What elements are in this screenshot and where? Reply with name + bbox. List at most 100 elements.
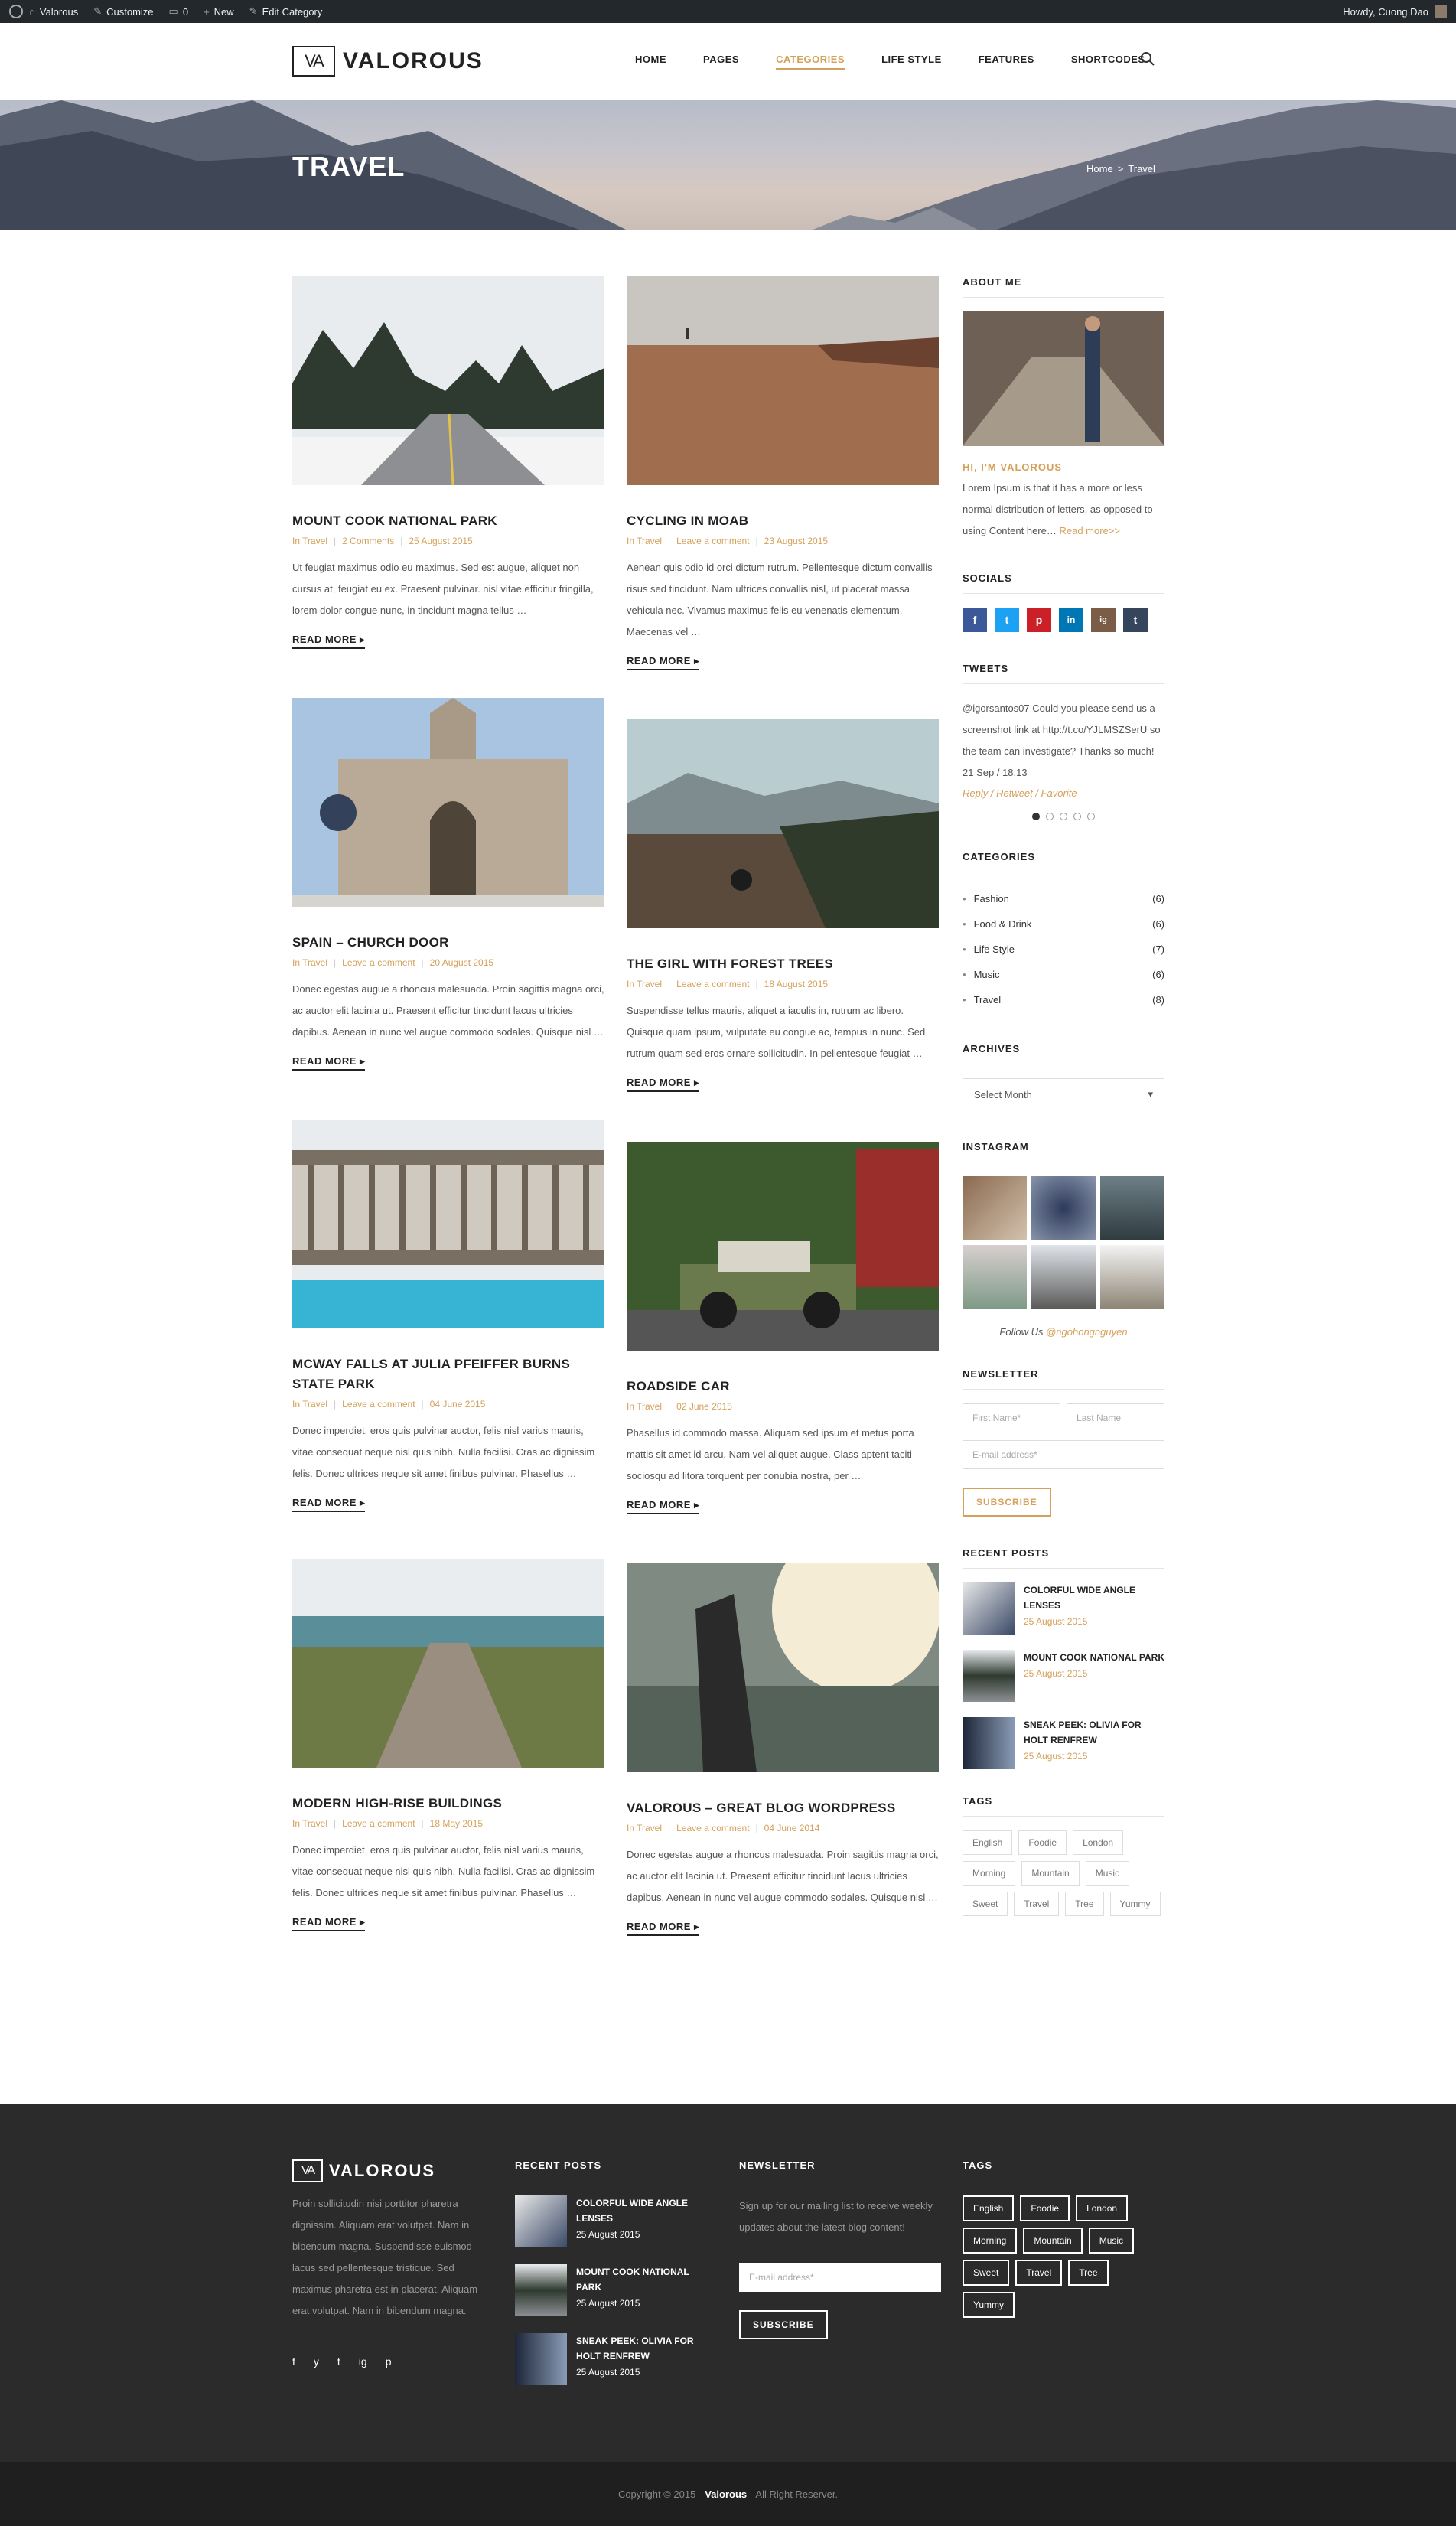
post-title[interactable]: CYCLING IN MOAB <box>627 511 939 531</box>
about-read-more-link[interactable]: Read more>> <box>1059 525 1120 536</box>
tag-link[interactable]: Mountain <box>1021 1861 1080 1886</box>
admin-comments-link[interactable]: ▭ 0 <box>169 5 189 18</box>
footer-email-field[interactable]: E-mail address* <box>739 2263 941 2292</box>
instagram-photo[interactable] <box>1031 1176 1096 1240</box>
wordpress-icon[interactable] <box>9 5 23 18</box>
post-category[interactable]: In Travel <box>292 957 327 968</box>
search-icon[interactable] <box>1140 51 1155 67</box>
nav-categories[interactable]: CATEGORIES <box>776 54 845 70</box>
tag-link[interactable]: Morning <box>963 2228 1018 2254</box>
category-item[interactable]: • Life Style (7) <box>963 937 1164 962</box>
post-comments[interactable]: 2 Comments <box>342 536 394 546</box>
post-title[interactable]: THE GIRL WITH FOREST TREES <box>627 954 939 974</box>
tag-link[interactable]: Sweet <box>963 1892 1008 1916</box>
pager-dot[interactable] <box>1087 813 1095 820</box>
tag-link[interactable]: London <box>1073 1830 1124 1855</box>
post-thumbnail[interactable] <box>292 1120 604 1328</box>
post-thumbnail[interactable] <box>627 276 939 485</box>
nav-shortcodes[interactable]: SHORTCODES <box>1071 54 1145 70</box>
footer-recent-item[interactable]: MOUNT COOK NATIONAL PARK 25 August 2015 <box>515 2264 706 2316</box>
post-title[interactable]: ROADSIDE CAR <box>627 1377 939 1397</box>
instagram-handle-link[interactable]: @ngohongnguyen <box>1046 1326 1127 1338</box>
post-category[interactable]: In Travel <box>627 1401 662 1412</box>
tag-link[interactable]: London <box>1076 2195 1129 2221</box>
pager-dot[interactable] <box>1032 813 1040 820</box>
post-comments[interactable]: Leave a comment <box>676 979 749 989</box>
read-more-link[interactable]: READ MORE <box>292 1916 366 1931</box>
tag-link[interactable]: English <box>963 1830 1013 1855</box>
recent-post-item[interactable]: MOUNT COOK NATIONAL PARK 25 August 2015 <box>963 1650 1164 1702</box>
facebook-icon[interactable]: f <box>963 608 987 632</box>
footer-recent-item[interactable]: SNEAK PEEK: OLIVIA FOR HOLT RENFREW 25 Au… <box>515 2333 706 2385</box>
nav-home[interactable]: HOME <box>635 54 666 70</box>
nav-life-style[interactable]: LIFE STYLE <box>881 54 942 70</box>
tag-link[interactable]: Sweet <box>963 2260 1010 2286</box>
post-category[interactable]: In Travel <box>292 536 327 546</box>
site-logo[interactable]: VA VALOROUS <box>292 46 484 77</box>
tag-link[interactable]: Music <box>1088 2228 1135 2254</box>
post-thumbnail[interactable] <box>627 1142 939 1351</box>
post-title[interactable]: MCWAY FALLS AT JULIA PFEIFFER BURNS STAT… <box>292 1354 604 1394</box>
tag-link[interactable]: Mountain <box>1023 2228 1083 2254</box>
post-comments[interactable]: Leave a comment <box>342 957 415 968</box>
admin-customize-link[interactable]: ✎ Customize <box>93 5 153 18</box>
first-name-field[interactable]: First Name* <box>963 1403 1060 1432</box>
pager-dot[interactable] <box>1073 813 1081 820</box>
facebook-icon[interactable]: f <box>292 2355 295 2368</box>
tumblr-icon[interactable]: t <box>337 2355 340 2368</box>
tag-link[interactable]: Yummy <box>1109 1892 1161 1916</box>
footer-logo[interactable]: VA VALOROUS <box>292 2159 484 2182</box>
instagram-photo[interactable] <box>963 1176 1027 1240</box>
linkedin-icon[interactable]: in <box>1059 608 1083 632</box>
instagram-icon[interactable]: ig <box>359 2355 367 2368</box>
instagram-photo[interactable] <box>1100 1176 1164 1240</box>
category-item[interactable]: • Fashion (6) <box>963 886 1164 911</box>
twitter-icon[interactable]: t <box>995 608 1019 632</box>
last-name-field[interactable]: Last Name <box>1067 1403 1164 1432</box>
instagram-photo[interactable] <box>1031 1245 1096 1309</box>
nav-features[interactable]: FEATURES <box>979 54 1034 70</box>
copyright-brand[interactable]: Valorous <box>705 2489 747 2500</box>
pinterest-icon[interactable]: p <box>1027 608 1051 632</box>
post-title[interactable]: MOUNT COOK NATIONAL PARK <box>292 511 604 531</box>
tag-link[interactable]: Travel <box>1015 2260 1063 2286</box>
tag-link[interactable]: Yummy <box>963 2292 1015 2318</box>
email-field[interactable]: E-mail address* <box>963 1440 1164 1469</box>
read-more-link[interactable]: READ MORE <box>292 1055 366 1071</box>
pinterest-icon[interactable]: p <box>386 2355 392 2368</box>
admin-new-link[interactable]: + New <box>204 6 234 18</box>
instagram-photo[interactable] <box>1100 1245 1164 1309</box>
post-thumbnail[interactable] <box>292 698 604 907</box>
tag-link[interactable]: Foodie <box>1018 1830 1067 1855</box>
instagram-photo[interactable] <box>963 1245 1027 1309</box>
post-thumbnail[interactable] <box>627 1563 939 1772</box>
post-comments[interactable]: Leave a comment <box>676 1823 749 1833</box>
post-category[interactable]: In Travel <box>627 536 662 546</box>
post-thumbnail[interactable] <box>292 1559 604 1768</box>
post-category[interactable]: In Travel <box>627 1823 662 1833</box>
read-more-link[interactable]: READ MORE <box>627 1077 700 1092</box>
post-category[interactable]: In Travel <box>627 979 662 989</box>
tag-link[interactable]: English <box>963 2195 1015 2221</box>
post-thumbnail[interactable] <box>292 276 604 485</box>
nav-pages[interactable]: PAGES <box>703 54 739 70</box>
pager-dot[interactable] <box>1060 813 1067 820</box>
read-more-link[interactable]: READ MORE <box>627 1499 700 1514</box>
tag-link[interactable]: Tree <box>1065 1892 1104 1916</box>
admin-site-link[interactable]: ⌂ Valorous <box>9 5 78 18</box>
read-more-link[interactable]: READ MORE <box>627 655 700 670</box>
post-comments[interactable]: Leave a comment <box>342 1399 415 1410</box>
tag-link[interactable]: Travel <box>1014 1892 1060 1916</box>
tag-link[interactable]: Foodie <box>1020 2195 1070 2221</box>
breadcrumb-home[interactable]: Home <box>1086 163 1113 174</box>
post-category[interactable]: In Travel <box>292 1399 327 1410</box>
admin-account[interactable]: Howdy, Cuong Dao <box>1343 0 1447 23</box>
tweet-actions[interactable]: Reply / Retweet / Favorite <box>963 784 1164 803</box>
tag-link[interactable]: Morning <box>963 1861 1016 1886</box>
category-item[interactable]: • Travel (8) <box>963 987 1164 1012</box>
post-title[interactable]: VALOROUS – GREAT BLOG WORDPRESS <box>627 1798 939 1818</box>
post-comments[interactable]: Leave a comment <box>676 536 749 546</box>
tumblr-icon[interactable]: t <box>1123 608 1148 632</box>
tag-link[interactable]: Music <box>1085 1861 1130 1886</box>
recent-post-item[interactable]: SNEAK PEEK: OLIVIA FOR HOLT RENFREW 25 Au… <box>963 1717 1164 1769</box>
